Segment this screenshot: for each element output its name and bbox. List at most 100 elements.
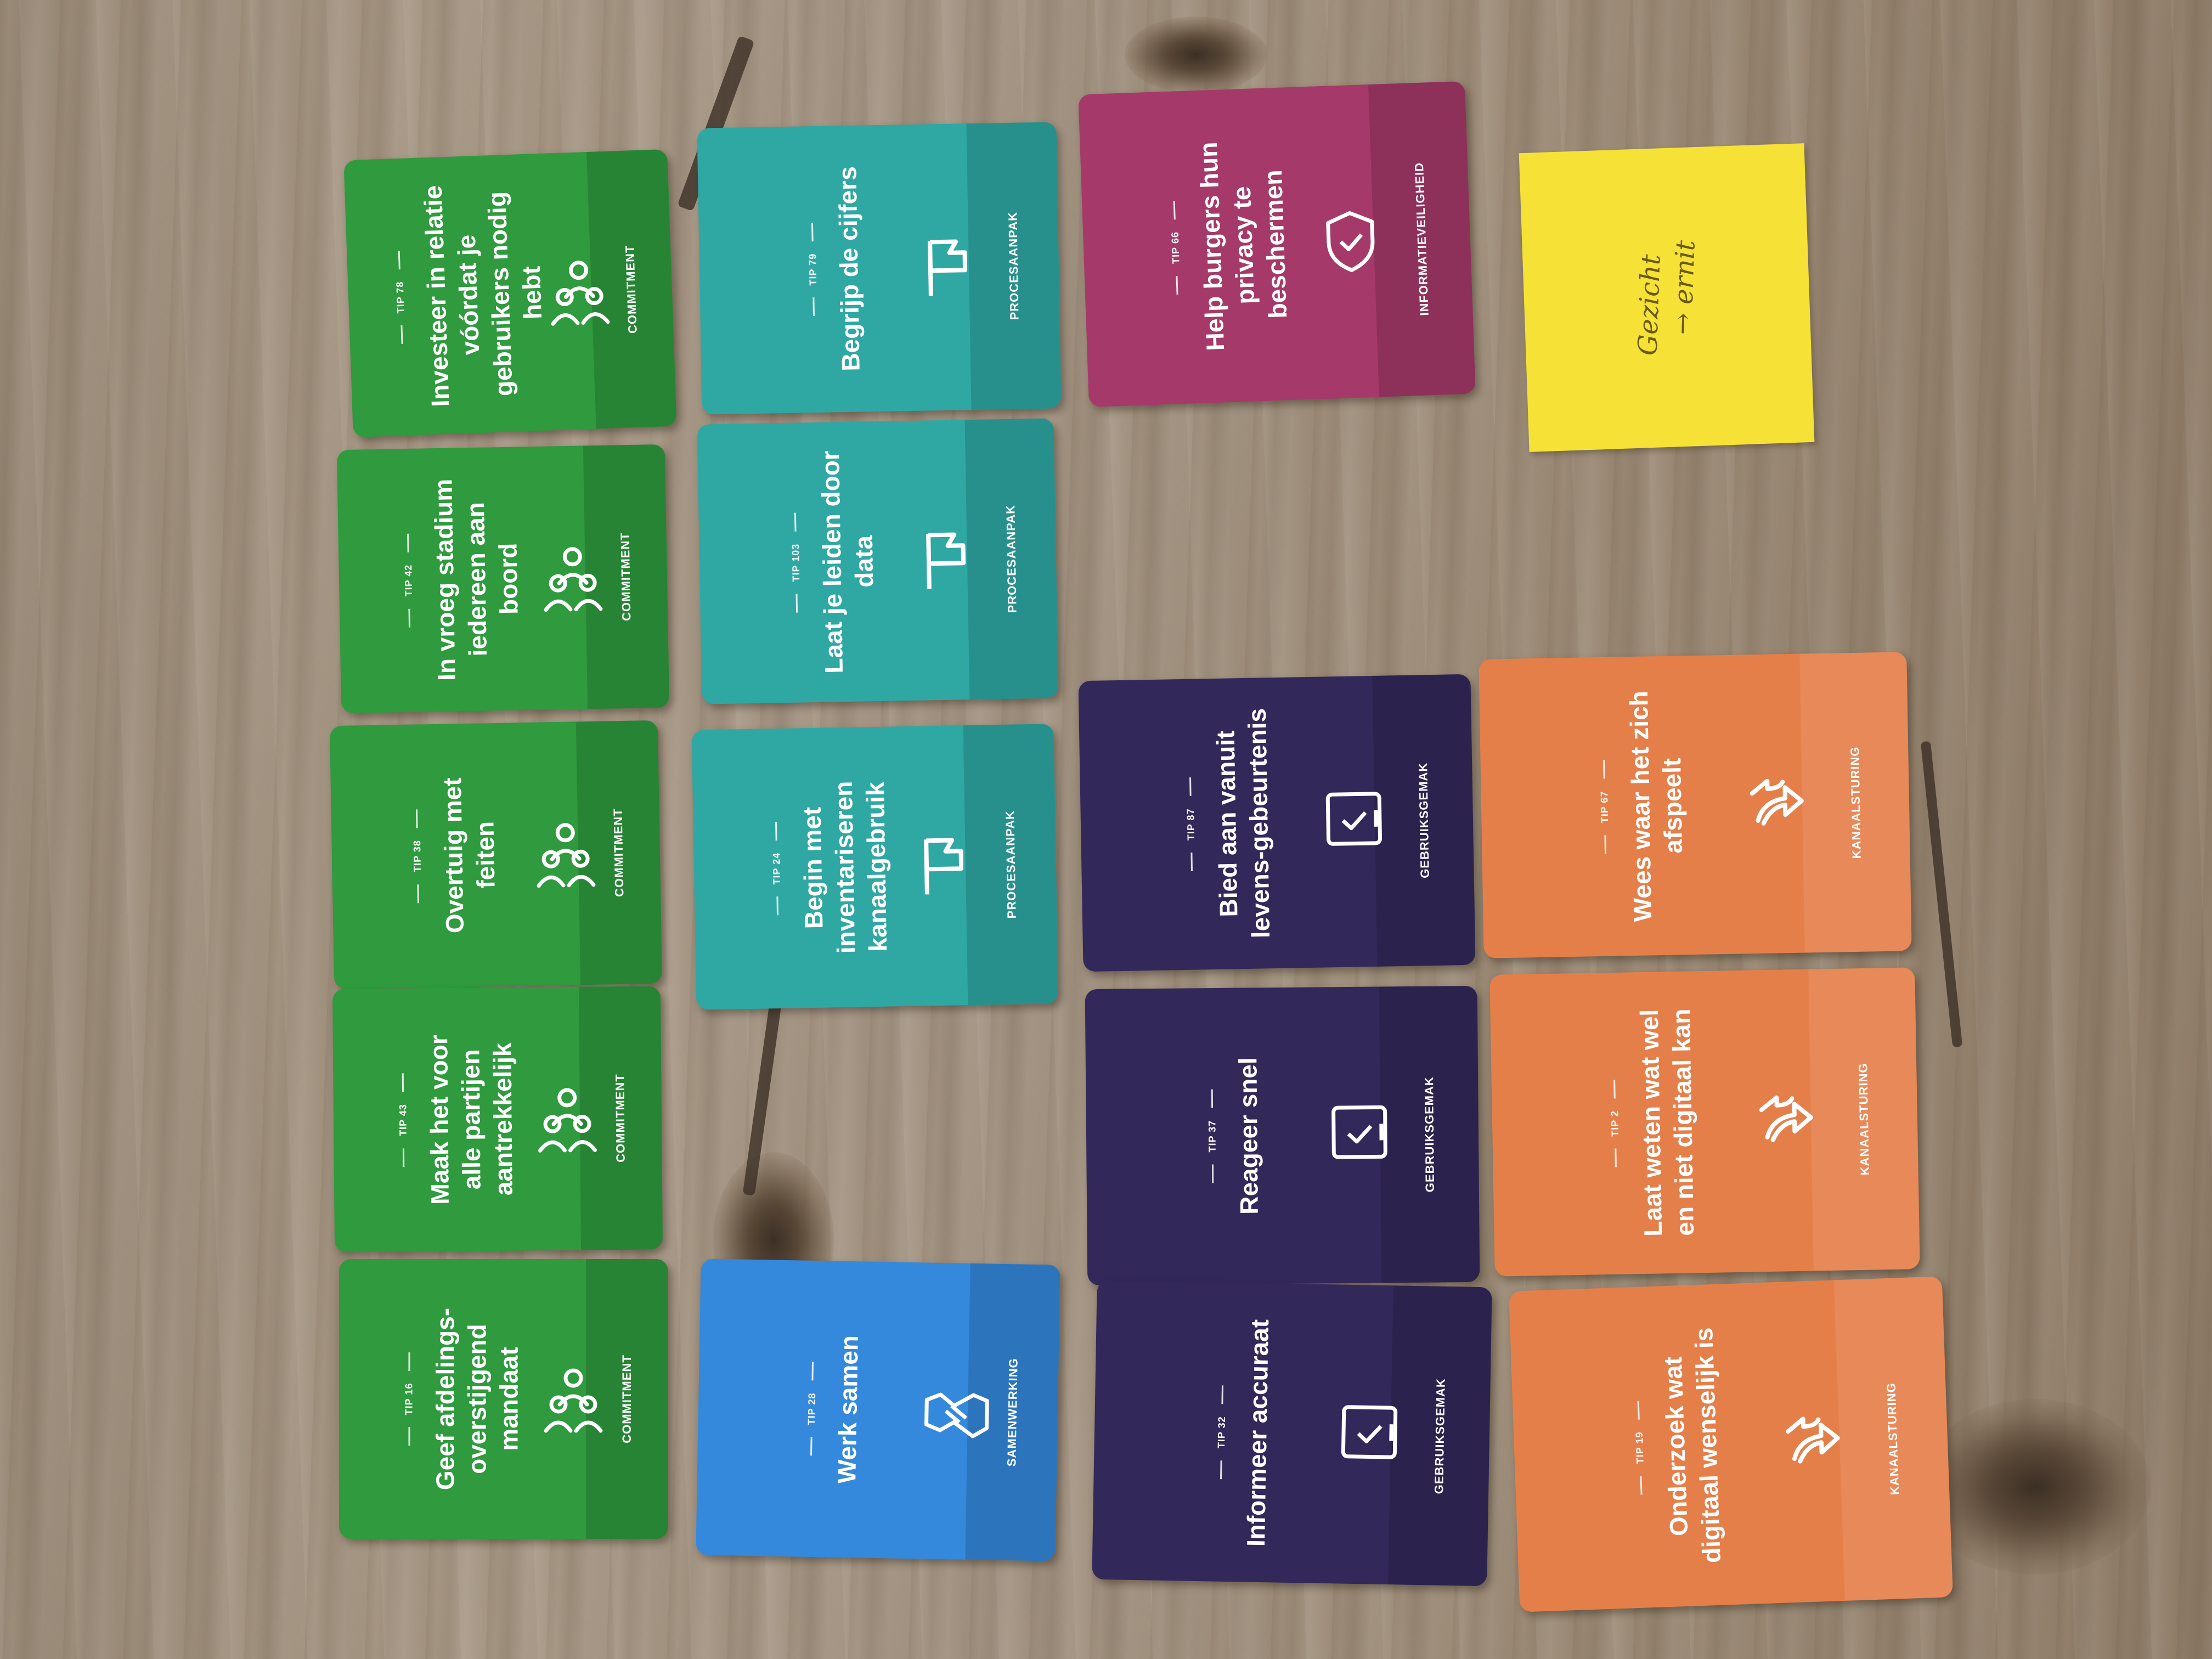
card-tip-number: TIP 37 [1206,1120,1218,1153]
tip-card[interactable]: TIP 19 Onderzoek wat digitaal wenselijk i… [1509,1276,1953,1612]
dash-decoration [1190,853,1193,872]
people-icon [542,544,603,619]
dash-decoration [1211,1164,1214,1183]
card-content: TIP 66 Help burgers hun privacy te besche… [1165,116,1295,376]
arrows-icon [1755,1087,1816,1151]
card-tip-line: TIP 78 [391,183,410,411]
card-tip-line: TIP 37 [1205,1015,1219,1258]
people-icon [537,1085,597,1160]
dash-decoration [1211,1089,1213,1108]
card-category: PROCESAANPAK [1003,504,1019,613]
card-category: PROCESAANPAK [1002,810,1019,919]
tip-card[interactable]: TIP 37 Reageer snel GEBRUIKSGEMAK [1085,985,1480,1286]
dash-decoration [812,297,815,317]
dash-decoration [1176,275,1178,295]
card-tip-line: TIP 79 [805,152,821,387]
tip-card[interactable]: TIP 32 Informeer accuraat GEBRUIKSGEMAK [1092,1280,1492,1587]
dash-decoration [1220,1460,1222,1479]
tip-card[interactable]: TIP 79 Begrijp de cijfers PROCESAANPAK [697,122,1062,415]
tip-card[interactable]: TIP 42 In vroeg stadium iedereen aan boor… [336,444,670,714]
dash-decoration [1173,201,1176,220]
card-tip-line: TIP 67 [1597,684,1613,929]
dash-decoration [775,821,777,840]
card-tip-line: TIP 16 [404,1284,415,1514]
dash-decoration [1603,760,1606,779]
card-category: GEBRUIKSGEMAK [1432,1378,1448,1494]
arrows-icon [1746,770,1808,834]
card-title: Geef afdelings-overstijgend mandaat [431,1307,523,1491]
dash-decoration [417,884,420,903]
people-icon [548,257,611,333]
card-content: TIP 38 Overtuig met feiten [410,747,503,964]
card-tip-number: TIP 43 [397,1104,409,1136]
card-category: GEBRUIKSGEMAK [1415,762,1432,879]
card-tip-line: TIP 28 [804,1287,820,1530]
tip-card[interactable]: TIP 87 Bied aan vanuit levens-gebeurtenis… [1078,674,1476,972]
card-title: Laat je leiden door data [815,450,879,674]
dash-decoration [1221,1385,1223,1404]
card-tip-number: TIP 19 [1633,1431,1646,1464]
dash-decoration [776,896,778,916]
card-tip-line: TIP 43 [397,1012,410,1228]
people-icon [535,820,596,895]
arrows-icon [1782,1407,1844,1472]
card-tip-number: TIP 28 [805,1392,817,1425]
tablet-icon [1339,1401,1400,1465]
tip-card[interactable]: TIP 16 Geef afdelings-overstijgend mandaa… [339,1259,668,1539]
card-tip-number: TIP 16 [403,1383,415,1415]
dash-decoration [402,1073,404,1092]
card-title: Begin met inventariseren kanaalgebruik [797,781,893,954]
handshake-icon [921,1378,993,1453]
card-tip-number: TIP 79 [806,253,819,286]
flag-icon [920,527,970,596]
tip-card[interactable]: TIP 43 Maak het voor alle partijen aantre… [332,986,663,1252]
card-content: TIP 16 Geef afdelings-overstijgend mandaa… [404,1284,525,1514]
card-category: COMMITMENT [611,808,627,898]
wood-knot [1125,16,1267,93]
tip-card[interactable]: TIP 38 Overtuig met feiten COMMITMENT [329,720,663,990]
card-title: Overtuig met feiten [438,777,500,934]
dash-decoration [810,1437,812,1456]
card-tip-line: TIP 19 [1629,1316,1650,1579]
sticky-note[interactable]: Gezicht → ernit [1519,143,1815,452]
card-category: KANAALSTURING [1856,1063,1872,1176]
card-category: PROCESAANPAK [1006,211,1022,320]
card-title: Begrijp de cijfers [833,166,865,372]
card-tip-line: TIP 2 [1607,1000,1623,1247]
dash-decoration [1613,1080,1616,1099]
card-category: COMMITMENT [620,1355,634,1443]
card-title: Reageer snel [1233,1057,1263,1215]
card-tip-number: TIP 103 [789,543,802,582]
tip-card[interactable]: TIP 28 Werk samen SAMENWERKING [696,1259,1060,1561]
card-tip-number: TIP 66 [1169,231,1182,264]
card-tip-number: TIP 67 [1599,790,1611,823]
card-content: TIP 43 Maak het voor alle partijen aantre… [397,1011,520,1228]
card-content: TIP 67 Wees waar het zich afspeelt [1597,682,1691,929]
tip-card[interactable]: TIP 78 Investeer in relatie vóórdat je ge… [343,149,677,438]
tip-card[interactable]: TIP 103 Laat je leiden door data PROCESAAN… [697,418,1059,704]
dash-decoration [1637,1400,1640,1420]
sticky-note-text: Gezicht → ernit [1630,238,1702,357]
card-content: TIP 19 Onderzoek wat digitaal wenselijk i… [1629,1313,1728,1579]
dash-decoration [408,608,411,628]
tip-card[interactable]: TIP 2 Laat weten wat wel en niet digitaal… [1489,967,1920,1277]
card-tip-number: TIP 32 [1215,1415,1227,1448]
card-title: Laat weten wat wel en niet digitaal kan [1634,1008,1699,1237]
card-tip-number: TIP 42 [403,564,415,597]
dash-decoration [408,1427,410,1446]
shield-icon [1322,208,1379,278]
card-category: SAMENWERKING [1005,1358,1020,1467]
card-content: TIP 78 Investeer in relatie vóórdat je ge… [391,178,552,411]
tip-card[interactable]: TIP 24 Begin met inventariseren kanaalgeb… [691,724,1059,1010]
flag-icon [918,832,968,902]
dash-decoration [794,512,797,532]
tip-card[interactable]: TIP 66 Help burgers hun privacy te besche… [1078,81,1476,408]
dash-decoration [811,1362,814,1381]
dash-decoration [1189,777,1192,797]
card-tip-line: TIP 103 [788,448,804,677]
tip-card[interactable]: TIP 67 Wees waar het zich afspeelt KANAALS… [1479,652,1912,958]
card-content: TIP 28 Werk samen [804,1287,866,1531]
card-content: TIP 103 Laat je leiden door data [788,447,882,678]
card-tip-number: TIP 87 [1184,808,1197,841]
card-content: TIP 79 Begrijp de cijfers [805,151,867,387]
